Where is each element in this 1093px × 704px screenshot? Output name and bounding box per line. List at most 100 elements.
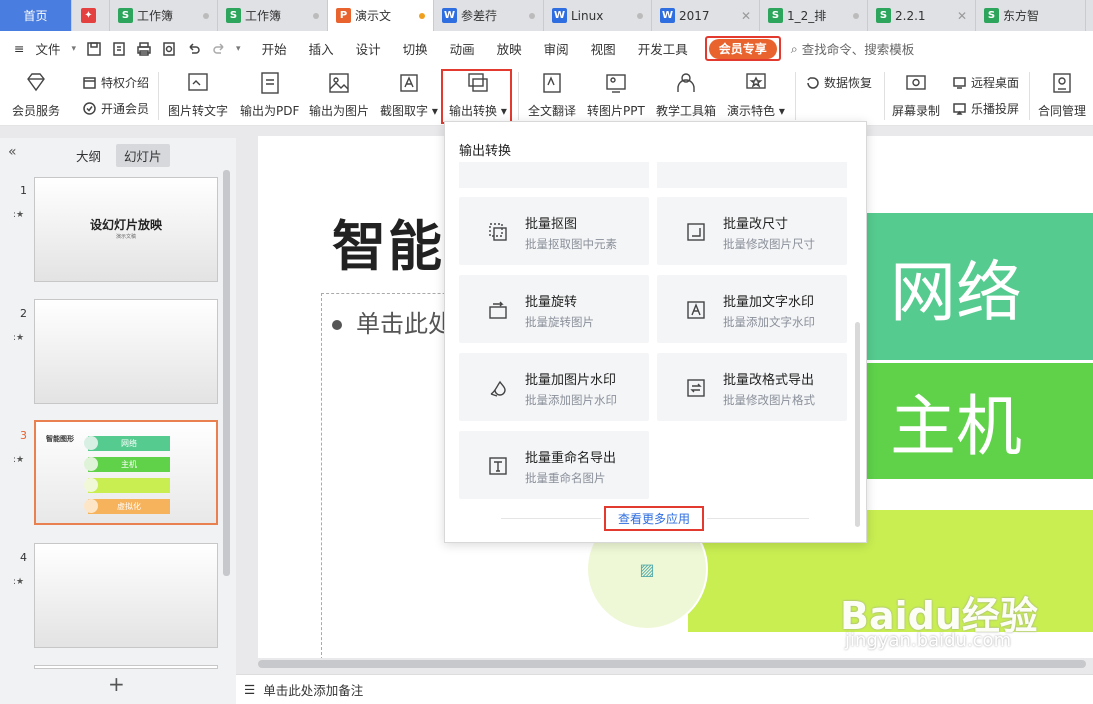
collapse-icon[interactable]: «	[8, 144, 17, 160]
remote-icon	[953, 77, 966, 89]
editor-hscrollbar[interactable]	[258, 660, 1086, 668]
notes-bar[interactable]: ☰ 单击此处添加备注	[236, 674, 1093, 704]
privilege-button[interactable]: 特权介绍	[82, 74, 149, 91]
hamburger-icon[interactable]: ≡	[0, 41, 35, 56]
close-icon[interactable]: ✕	[741, 9, 751, 23]
tab-outline[interactable]: 大纲	[68, 144, 109, 167]
slide-thumbnail[interactable]	[34, 665, 218, 669]
tab-doc[interactable]: S 工作簿	[110, 0, 218, 31]
tab-doc[interactable]: W 2017 ✕	[652, 0, 760, 31]
menu-animation[interactable]: 动画	[439, 39, 486, 58]
image-placeholder-icon: ▨	[639, 559, 655, 579]
tab-doc[interactable]: S 2.2.1 ✕	[868, 0, 976, 31]
slide-thumbnail[interactable]: 设幻灯片放映 演示文稿	[34, 177, 218, 282]
batch-resize-card[interactable]: 批量改尺寸 批量修改图片尺寸	[657, 197, 847, 265]
batch-cutout-card[interactable]: 批量抠图 批量抠取图中元素	[459, 197, 649, 265]
menu-bar: ≡ 文件 ▾ ▾ 开始 插入 设计 切换 动画 放映 审阅 视图 开发工具 会员…	[0, 31, 1093, 66]
tab-doc[interactable]: S 东方智	[976, 0, 1086, 31]
button-label: 输出为图片	[309, 104, 370, 118]
slide-thumbnail[interactable]	[34, 299, 218, 404]
card-desc: 批量旋转图片	[525, 315, 594, 329]
tab-label: 1_2_排	[787, 9, 827, 23]
button-label: 输出为PDF	[240, 104, 300, 118]
batch-image-watermark-card[interactable]: 批量加图片水印 批量添加图片水印	[459, 353, 649, 421]
screen-record-button[interactable]: 屏幕录制	[892, 70, 940, 119]
pic-to-text-button[interactable]: 图片转文字	[168, 70, 228, 119]
tab-wps-logo[interactable]: ✦	[72, 0, 110, 31]
batch-format-export-card[interactable]: 批量改格式导出 批量修改图片格式	[657, 353, 847, 421]
chevron-down-icon[interactable]: ▾	[236, 44, 241, 54]
tab-label: 演示文	[355, 9, 392, 23]
export-pdf-button[interactable]: 输出为PDF	[240, 70, 299, 119]
batch-text-watermark-card[interactable]: 批量加文字水印 批量添加文字水印	[657, 275, 847, 343]
slide-thumbnail[interactable]	[34, 543, 218, 648]
close-icon[interactable]: ✕	[957, 9, 967, 23]
word-icon: W	[442, 8, 457, 23]
divider	[501, 518, 601, 519]
remote-desktop-button[interactable]: 远程桌面	[952, 74, 1019, 91]
menu-design[interactable]: 设计	[345, 39, 392, 58]
present-feature-button[interactable]: 演示特色 ▾	[727, 70, 785, 119]
redo-icon[interactable]	[211, 41, 227, 57]
tab-doc-active[interactable]: P 演示文	[328, 0, 434, 31]
contract-manage-button[interactable]: 合同管理	[1038, 70, 1086, 119]
pic-to-ppt-button[interactable]: 转图片PPT	[587, 70, 645, 119]
cut-off-card[interactable]	[459, 162, 649, 188]
tab-doc[interactable]: S 1_2_排	[760, 0, 868, 31]
ribbon-separator	[884, 72, 885, 120]
screenshot-text-button[interactable]: 截图取字 ▾	[380, 70, 438, 119]
menu-start[interactable]: 开始	[251, 39, 298, 58]
tab-slides[interactable]: 幻灯片	[116, 144, 170, 167]
menu-view[interactable]: 视图	[580, 39, 627, 58]
image-text-icon	[188, 73, 208, 91]
card-title: 批量改格式导出	[723, 373, 815, 388]
member-service-button[interactable]: 会员服务	[12, 70, 60, 119]
smartart-bar-host[interactable]: 主机	[842, 363, 1093, 479]
translate-button[interactable]: 全文翻译	[528, 70, 576, 119]
tab-home-label: 首页	[23, 9, 48, 23]
tab-doc[interactable]: S 工作簿	[218, 0, 328, 31]
export-pdf-icon[interactable]	[111, 41, 127, 57]
card-desc: 批量添加文字水印	[723, 315, 815, 329]
button-label: 演示特色	[727, 104, 776, 118]
dropdown-scrollbar[interactable]	[855, 322, 860, 527]
menu-insert[interactable]: 插入	[298, 39, 345, 58]
export-image-button[interactable]: 输出为图片	[309, 70, 369, 119]
pane-scrollbar[interactable]	[223, 170, 230, 576]
batch-rename-export-card[interactable]: 批量重命名导出 批量重命名图片	[459, 431, 649, 499]
contract-icon	[1053, 73, 1071, 93]
teaching-tools-button[interactable]: 教学工具箱	[656, 70, 716, 119]
print-icon[interactable]	[136, 41, 152, 57]
cast-screen-button[interactable]: 乐播投屏	[952, 100, 1019, 117]
undo-icon[interactable]	[186, 41, 202, 57]
data-recover-button[interactable]: 数据恢复	[805, 74, 872, 91]
menu-developer[interactable]: 开发工具	[627, 39, 699, 58]
tab-label: 工作簿	[137, 9, 174, 23]
command-search[interactable]: ⌕ 查找命令、搜索模板	[791, 39, 915, 58]
menu-slideshow[interactable]: 放映	[486, 39, 533, 58]
export-convert-highlight	[441, 69, 512, 124]
menu-transition[interactable]: 切换	[392, 39, 439, 58]
view-more-apps-link[interactable]: 查看更多应用	[604, 506, 705, 531]
card-title: 批量旋转	[525, 295, 578, 310]
open-member-button[interactable]: 开通会员	[82, 100, 149, 117]
card-title: 批量加图片水印	[525, 373, 617, 388]
file-menu[interactable]: 文件	[35, 39, 71, 58]
add-slide-icon[interactable]: +	[108, 672, 125, 696]
text-watermark-icon	[687, 301, 705, 319]
tab-doc[interactable]: W Linux	[544, 0, 652, 31]
tab-home[interactable]: 首页	[0, 0, 72, 31]
slide-number: 1	[20, 184, 27, 197]
unsaved-dot-icon	[637, 12, 643, 19]
smartart-bar-network[interactable]: 网络	[842, 213, 1093, 360]
menu-vip[interactable]: 会员专享	[708, 39, 777, 59]
print-preview-icon[interactable]	[161, 41, 177, 57]
save-icon[interactable]	[86, 41, 102, 57]
cut-off-card[interactable]	[657, 162, 847, 188]
wps-logo-icon: ✦	[81, 8, 96, 23]
slide-thumbnail-selected[interactable]: 智能图形 网络 主机 虚拟化	[34, 420, 218, 525]
tab-doc[interactable]: W 参差荇	[434, 0, 544, 31]
menu-review[interactable]: 审阅	[533, 39, 580, 58]
batch-rotate-card[interactable]: 批量旋转 批量旋转图片	[459, 275, 649, 343]
sheet-icon: S	[876, 8, 891, 23]
